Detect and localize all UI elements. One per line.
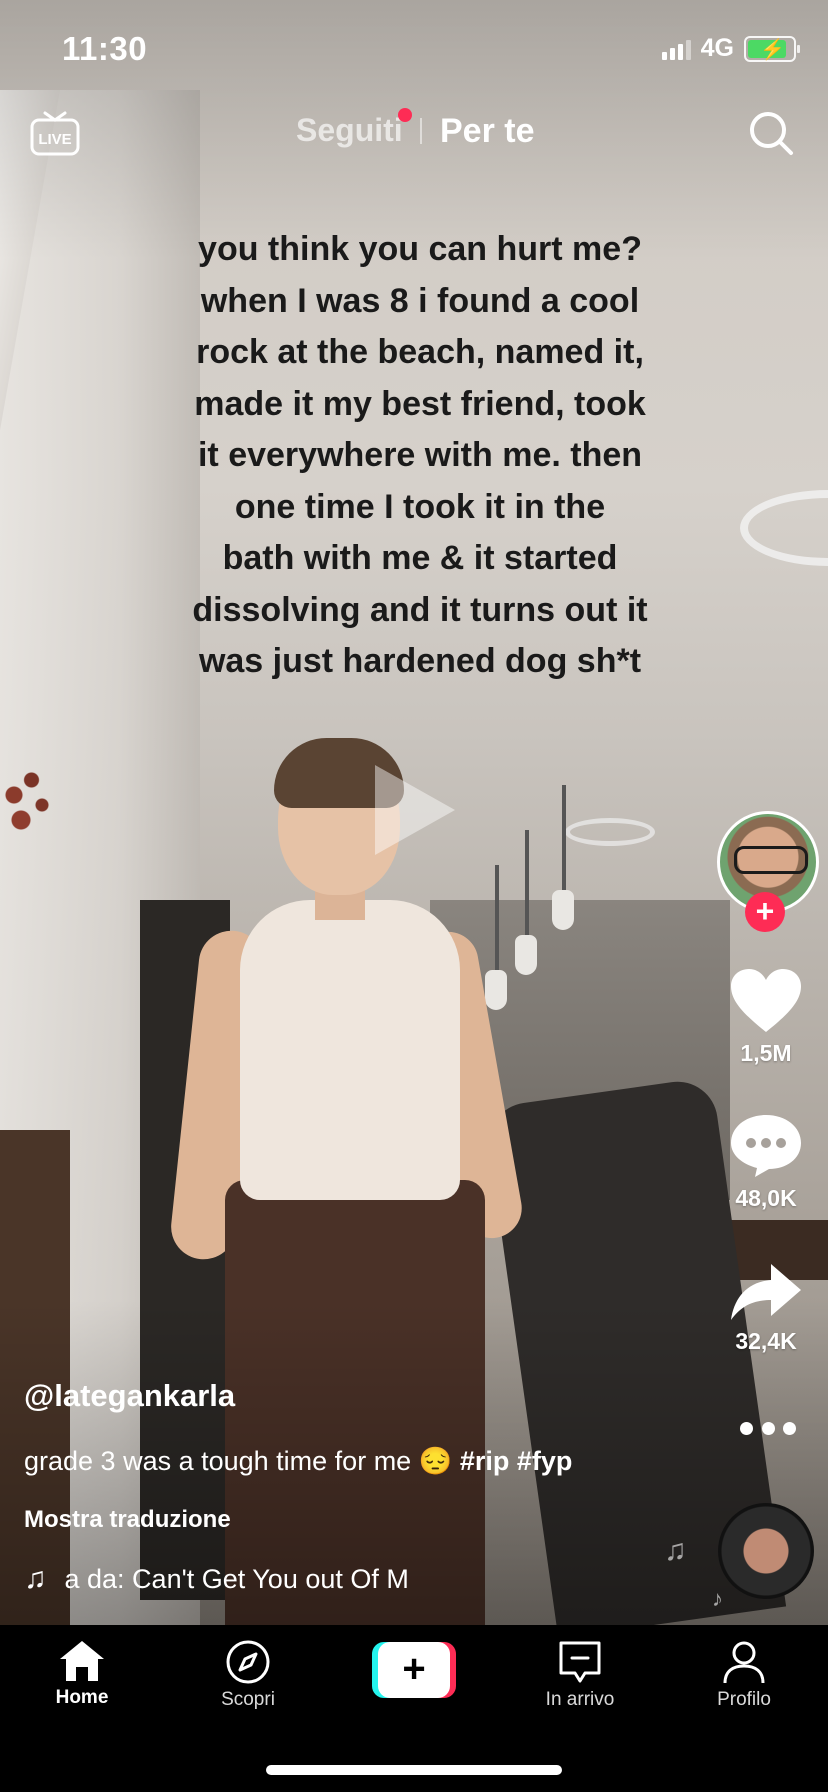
battery-icon: ⚡ (744, 35, 800, 62)
music-disc[interactable] (718, 1503, 814, 1599)
heart-icon (731, 969, 801, 1032)
like-button[interactable]: 1,5M (726, 968, 806, 1067)
overlay-line: it everywhere with me. then (197, 436, 643, 474)
video-overlay-text: you think you can hurt me? when I was 8 … (140, 224, 700, 688)
sound-title: a da: Can't Get You out Of M (64, 1563, 409, 1594)
more-options-icon[interactable] (740, 1422, 796, 1438)
status-time: 11:30 (62, 30, 148, 67)
video-scene-pendant-lamp (552, 890, 574, 930)
tab-profile-label: Profilo (717, 1689, 771, 1710)
video-scene-pendant-cord (525, 830, 529, 940)
hashtag[interactable]: #rip (460, 1446, 510, 1476)
notification-dot (398, 108, 412, 122)
overlay-line: bath with me & it started (222, 539, 618, 577)
play-icon[interactable] (375, 765, 455, 855)
description-text: grade 3 was a tough time for me 😔 (24, 1446, 453, 1476)
tab-home[interactable]: Home (22, 1639, 142, 1709)
overlay-line: rock at the beach, named it, (196, 333, 644, 371)
sound-info[interactable]: ♫ a da: Can't Get You out Of M (24, 1562, 425, 1596)
status-indicators: 4G ⚡ (661, 34, 800, 63)
music-note-icon: ♪ (712, 1586, 723, 1611)
inbox-icon (559, 1641, 601, 1683)
overlay-line: made it my best friend, took (194, 384, 646, 423)
tab-inbox[interactable]: In arrivo (520, 1639, 640, 1711)
video-scene-pendant-cord (562, 785, 566, 895)
video-scene-pendant-lamp (485, 970, 507, 1010)
overlay-line: when I was 8 i found a cool (200, 281, 640, 320)
video-scene-pendant-cord (495, 865, 499, 975)
live-label: LIVE (38, 131, 71, 148)
hashtag[interactable]: #fyp (517, 1446, 573, 1476)
tab-following[interactable]: Seguiti (296, 112, 403, 149)
search-icon[interactable] (748, 110, 794, 156)
tab-divider (420, 118, 422, 144)
overlay-line: you think you can hurt me? (198, 230, 642, 268)
post-description: grade 3 was a tough time for me 😔 #rip #… (24, 1445, 572, 1477)
home-indicator[interactable] (266, 1765, 562, 1775)
create-button[interactable]: + (372, 1642, 456, 1698)
signal-icon (661, 38, 691, 60)
follow-button[interactable]: + (745, 892, 785, 932)
comment-icon (731, 1115, 801, 1177)
video-scene-plant (0, 745, 70, 845)
video-scene-pendant-lamp (515, 935, 537, 975)
music-note-icon: ♫ (664, 1534, 687, 1567)
tiktok-for-you-screen: you think you can hurt me? when I was 8 … (0, 0, 828, 1792)
show-translation-link[interactable]: Mostra traduzione (24, 1506, 231, 1534)
overlay-line: dissolving and it turns out it (192, 590, 648, 629)
overlay-line: one time I took it in the (234, 487, 606, 526)
home-icon (60, 1641, 104, 1681)
video-person-top (240, 900, 460, 1200)
creator-username[interactable]: @lategankarla (24, 1378, 235, 1414)
plus-icon: + (378, 1642, 450, 1698)
tab-profile[interactable]: Profilo (684, 1639, 804, 1711)
like-count: 1,5M (740, 1040, 792, 1066)
network-type: 4G (700, 34, 734, 62)
tab-for-you[interactable]: Per te (440, 112, 535, 151)
comment-count: 48,0K (735, 1185, 797, 1211)
overlay-line: was just hardened dog sh*t (198, 642, 642, 680)
compass-icon (226, 1640, 270, 1684)
live-icon[interactable]: LIVE (30, 110, 80, 156)
profile-icon (723, 1641, 765, 1684)
share-count: 32,4K (735, 1328, 797, 1354)
share-arrow-icon (731, 1264, 801, 1320)
music-note-icon: ♫ (24, 1562, 47, 1595)
tab-discover[interactable]: Scopri (188, 1639, 308, 1711)
avatar-glasses (734, 846, 808, 874)
comment-button[interactable]: 48,0K (726, 1113, 806, 1212)
tab-home-label: Home (55, 1687, 109, 1708)
tab-inbox-label: In arrivo (545, 1689, 615, 1710)
tab-discover-label: Scopri (221, 1689, 275, 1710)
share-button[interactable]: 32,4K (726, 1262, 806, 1355)
video-scene-ceiling-light-small (565, 818, 655, 846)
